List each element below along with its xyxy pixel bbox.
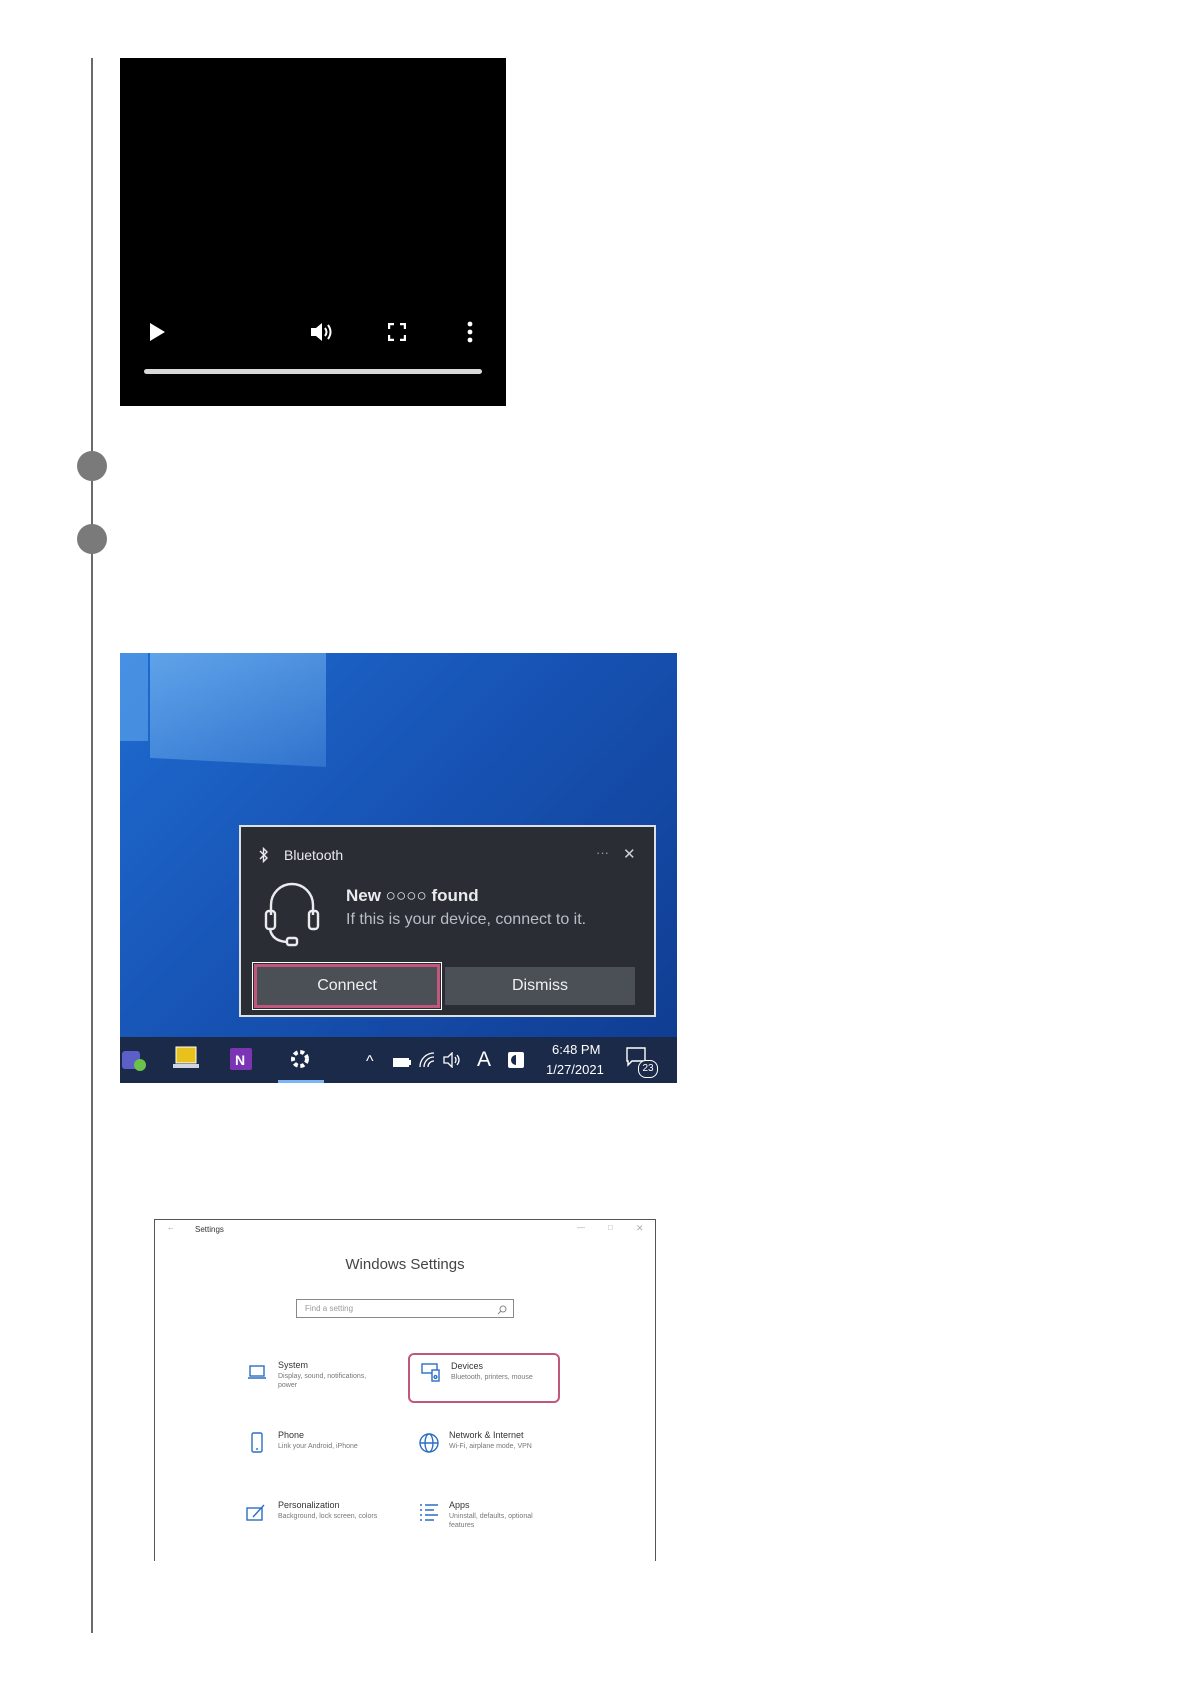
speaker-icon[interactable] — [442, 1051, 462, 1073]
settings-gear-icon[interactable] — [288, 1047, 312, 1076]
settings-tile-system[interactable]: System Display, sound, notifications, po… — [235, 1360, 385, 1408]
settings-tile-apps[interactable]: Apps Uninstall, defaults, optional featu… — [410, 1500, 560, 1548]
tile-description: Wi-Fi, airplane mode, VPN — [449, 1443, 532, 1450]
tile-description: Display, sound, notifications, power — [278, 1373, 367, 1389]
volume-icon[interactable] — [310, 321, 336, 348]
desktop-screenshot: Bluetooth ··· ✕ New ○○○○ found If this i… — [120, 653, 677, 1083]
settings-window-title: Settings — [195, 1225, 224, 1234]
play-icon[interactable] — [148, 322, 166, 347]
video-player[interactable] — [120, 58, 506, 406]
settings-tile-devices[interactable]: Devices Bluetooth, printers, mouse — [408, 1353, 560, 1403]
notification-message: If this is your device, connect to it. — [346, 911, 587, 928]
tile-description: Bluetooth, printers, mouse — [451, 1374, 533, 1381]
find-setting-search[interactable]: Find a setting — [296, 1299, 514, 1318]
minimize-icon[interactable]: — — [577, 1223, 585, 1232]
chevron-up-icon[interactable]: ^ — [366, 1053, 374, 1071]
dismiss-button[interactable]: Dismiss — [445, 967, 635, 1005]
step-timeline-line — [91, 58, 93, 1633]
laptop-app-icon[interactable] — [172, 1045, 200, 1076]
tile-description: Link your Android, iPhone — [278, 1443, 358, 1450]
wifi-icon[interactable] — [418, 1052, 436, 1073]
tile-name: Network & Internet — [449, 1430, 524, 1440]
tile-description: Uninstall, defaults, optional features — [449, 1513, 533, 1529]
apps-list-icon — [418, 1502, 438, 1522]
window-close-icon[interactable]: ✕ — [636, 1223, 644, 1234]
video-progress-bar[interactable] — [144, 369, 482, 374]
tile-description: Background, lock screen, colors — [278, 1513, 378, 1520]
taskbar-time[interactable]: 6:48 PM — [552, 1042, 600, 1057]
notification-count-badge: 23 — [638, 1060, 658, 1078]
more-vertical-icon[interactable] — [466, 321, 474, 348]
onenote-icon[interactable]: N — [228, 1045, 254, 1078]
notification-app-name: Bluetooth — [284, 847, 344, 863]
fullscreen-icon[interactable] — [387, 322, 407, 346]
settings-heading: Windows Settings — [345, 1256, 465, 1273]
phone-icon — [247, 1432, 267, 1453]
bluetooth-icon — [259, 846, 269, 866]
close-icon[interactable]: ✕ — [623, 845, 636, 863]
tile-name: Phone — [278, 1430, 305, 1440]
active-app-indicator — [278, 1080, 324, 1083]
notification-title: New ○○○○ found — [346, 886, 479, 905]
taskbar-date[interactable]: 1/27/2021 — [546, 1062, 604, 1077]
maximize-icon[interactable]: □ — [608, 1223, 613, 1232]
teams-icon[interactable] — [120, 1045, 146, 1078]
battery-icon[interactable] — [392, 1055, 412, 1073]
headset-icon — [263, 877, 321, 952]
windows-settings-screenshot: ← Settings — □ ✕ Windows Settings Find a… — [154, 1219, 656, 1561]
step-marker — [77, 524, 107, 554]
settings-tile-phone[interactable]: Phone Link your Android, iPhone — [235, 1430, 385, 1478]
settings-tile-personalization[interactable]: Personalization Background, lock screen,… — [235, 1500, 385, 1548]
tile-name: Devices — [451, 1361, 484, 1371]
windows-logo-pane — [150, 653, 326, 767]
tile-name: Apps — [449, 1500, 470, 1510]
night-mode-icon[interactable] — [507, 1051, 525, 1074]
taskbar: N ^ A 6:48 PM 1/27/2021 23 — [120, 1037, 677, 1083]
tile-name: Personalization — [278, 1500, 340, 1510]
input-language-indicator[interactable]: A — [477, 1048, 491, 1072]
laptop-icon — [247, 1362, 267, 1382]
devices-icon — [420, 1361, 440, 1382]
back-arrow-icon[interactable]: ← — [167, 1223, 175, 1232]
more-options-icon[interactable]: ··· — [596, 845, 609, 860]
personalization-icon — [245, 1502, 265, 1522]
search-icon — [497, 1302, 507, 1320]
connect-button[interactable]: Connect — [252, 962, 442, 1010]
settings-tile-network[interactable]: Network & Internet Wi-Fi, airplane mode,… — [410, 1430, 560, 1478]
search-placeholder: Find a setting — [305, 1304, 354, 1313]
windows-logo-pane — [120, 653, 148, 741]
svg-text:N: N — [235, 1052, 245, 1068]
tile-name: System — [278, 1360, 309, 1370]
globe-icon — [418, 1432, 439, 1453]
bluetooth-notification: Bluetooth ··· ✕ New ○○○○ found If this i… — [239, 825, 656, 1017]
step-marker — [77, 451, 107, 481]
